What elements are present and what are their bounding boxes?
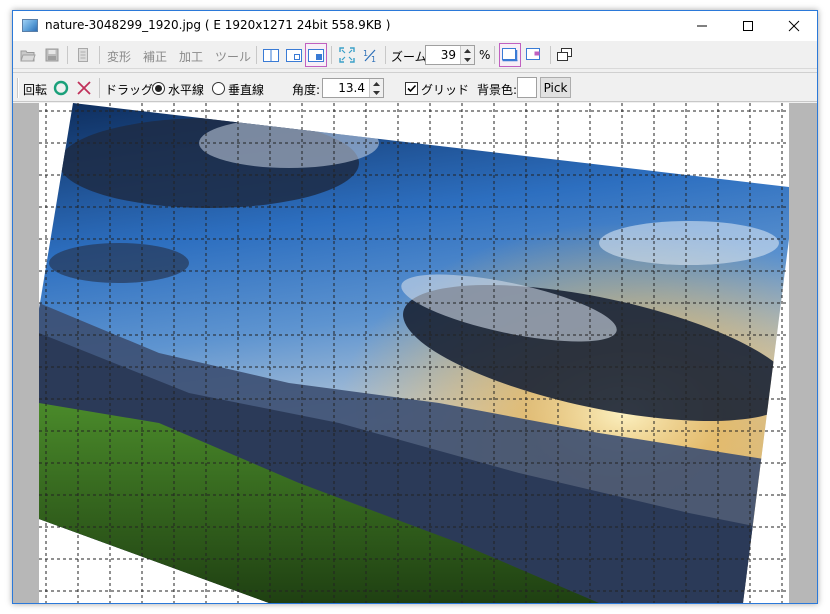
spin-up-icon[interactable] — [461, 46, 474, 55]
window-title: nature-3048299_1920.jpg ( E 1920x1271 24… — [45, 18, 391, 32]
minimize-button[interactable] — [679, 11, 725, 41]
canvas-area[interactable] — [13, 103, 817, 603]
save-button[interactable] — [41, 45, 63, 65]
cancel-x-icon — [77, 81, 91, 95]
maximize-icon — [743, 21, 753, 31]
open-button[interactable] — [17, 45, 39, 65]
menu-process[interactable]: 加工 — [179, 48, 203, 65]
angle-spin-arrows[interactable] — [369, 79, 383, 97]
grid-checkbox[interactable] — [405, 82, 418, 95]
inset-view-icon — [286, 48, 302, 62]
horizontal-radio-label[interactable]: 水平線 — [168, 81, 204, 98]
vertical-radio[interactable] — [212, 82, 225, 95]
checkmark-icon — [407, 84, 417, 93]
separator — [550, 46, 551, 64]
fit-window-button[interactable] — [336, 45, 358, 65]
split-view-icon — [263, 48, 279, 62]
view-preview-button[interactable] — [305, 43, 327, 67]
rotated-photo[interactable] — [39, 103, 789, 603]
maximize-button[interactable] — [725, 11, 771, 41]
separator — [99, 46, 100, 64]
spin-down-icon[interactable] — [461, 55, 474, 64]
copy-button[interactable] — [72, 45, 94, 65]
image-file-icon — [22, 19, 38, 32]
zoom-unit: % — [479, 48, 491, 62]
pick-color-button[interactable]: Pick — [540, 77, 571, 98]
angle-spinbox[interactable]: 13.4 — [322, 78, 384, 98]
title-bar: nature-3048299_1920.jpg ( E 1920x1271 24… — [13, 11, 817, 41]
folder-open-icon — [20, 50, 36, 62]
separator — [385, 46, 386, 64]
actual-size-icon: 1 1 — [363, 49, 376, 63]
main-toolbar: 変形 補正 加工 ツール 1 1 ズーム: 39 % — [13, 41, 817, 69]
canvas-background — [39, 103, 789, 603]
save-disk-icon — [45, 48, 59, 62]
svg-text:1: 1 — [371, 55, 376, 63]
spin-down-icon[interactable] — [370, 88, 383, 97]
close-button[interactable] — [771, 11, 817, 41]
angle-value[interactable]: 13.4 — [338, 81, 365, 95]
toolbar-grip — [17, 78, 19, 98]
separator — [494, 46, 495, 64]
view-split-button[interactable] — [260, 45, 282, 65]
document-icon — [78, 47, 88, 62]
menu-tools[interactable]: ツール — [215, 48, 251, 65]
zoom-spinbox[interactable]: 39 — [425, 45, 475, 65]
separator — [256, 46, 257, 64]
svg-text:1: 1 — [363, 49, 368, 58]
spin-up-icon[interactable] — [370, 79, 383, 88]
minimize-icon — [697, 25, 707, 27]
ok-circle-icon — [53, 80, 69, 96]
close-icon — [788, 20, 800, 32]
preview-view-icon — [308, 48, 324, 62]
windows-icon — [557, 48, 572, 61]
separator — [331, 46, 332, 64]
menu-correction[interactable]: 補正 — [143, 48, 167, 65]
rotate-canvas-icon — [502, 48, 518, 62]
zoom-value[interactable]: 39 — [441, 48, 456, 62]
menu-transform[interactable]: 変形 — [107, 48, 131, 65]
view-inset-button[interactable] — [283, 45, 305, 65]
zoom-spin-arrows[interactable] — [460, 46, 474, 64]
grid-checkbox-label[interactable]: グリッド — [421, 81, 469, 98]
crop-mode-button[interactable] — [523, 45, 545, 65]
image-editor-window: nature-3048299_1920.jpg ( E 1920x1271 24… — [12, 10, 818, 604]
rotate-label: 回転 — [23, 83, 48, 97]
window-layout-button[interactable] — [554, 45, 576, 65]
horizontal-radio[interactable] — [152, 82, 165, 95]
cancel-button[interactable] — [75, 79, 93, 97]
background-color-label: 背景色: — [477, 83, 518, 97]
background-color-swatch[interactable] — [517, 77, 537, 98]
drag-label: ドラッグ: — [105, 83, 158, 97]
rotate-mode-button[interactable] — [499, 43, 521, 67]
separator — [99, 78, 100, 98]
ok-button[interactable] — [52, 79, 70, 97]
angle-label: 角度: — [292, 83, 321, 97]
actual-size-button[interactable]: 1 1 — [359, 45, 381, 65]
separator — [67, 46, 68, 64]
vertical-radio-label[interactable]: 垂直線 — [228, 81, 264, 98]
crop-canvas-icon — [526, 48, 540, 60]
rotate-toolbar: 回転 ドラッグ: 水平線 垂直線 角度: 13.4 グリッド 背景色: Pick — [13, 72, 817, 102]
fit-expand-icon — [339, 47, 355, 63]
